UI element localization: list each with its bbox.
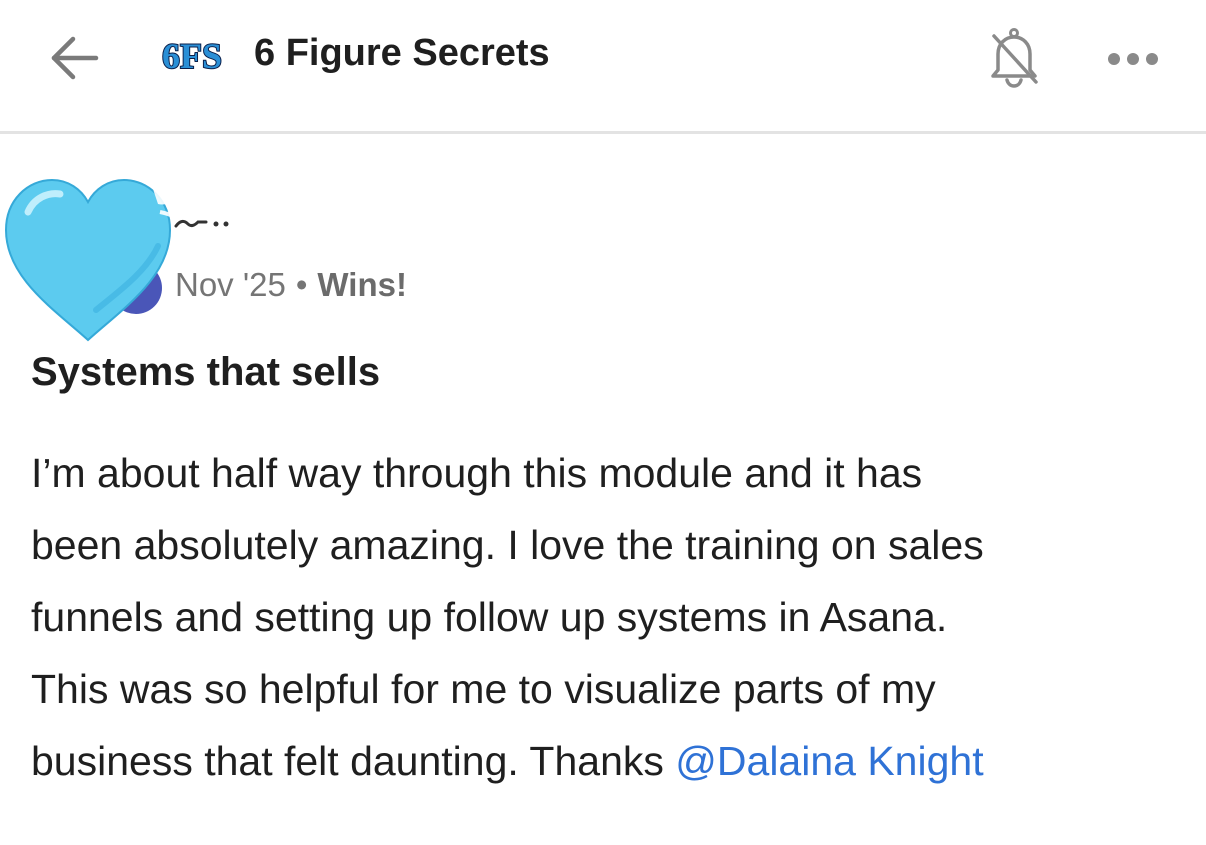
top-bar: 6FS 6 Figure Secrets	[0, 0, 1206, 134]
back-button[interactable]	[44, 30, 104, 86]
body-line: This was so helpful for me to visualize …	[31, 666, 936, 712]
body-line: I’m about half way through this module a…	[31, 450, 923, 496]
notifications-button[interactable]	[986, 26, 1042, 88]
mention-link[interactable]: @Dalaina Knight	[675, 738, 983, 784]
body-line: funnels and setting up follow up systems…	[31, 594, 948, 640]
post-title: Systems that sells	[31, 350, 381, 394]
body-line-text: business that felt daunting. Thanks	[31, 738, 676, 784]
author-name-redacted[interactable]	[172, 214, 236, 234]
svg-text:6FS: 6FS	[162, 36, 222, 74]
group-name[interactable]: 6 Figure Secrets	[254, 32, 550, 75]
arrow-left-icon	[51, 36, 99, 80]
bell-off-icon	[991, 28, 1038, 88]
group-logo: 6FS	[161, 35, 223, 74]
more-options-button[interactable]	[1104, 48, 1162, 70]
post-date: Nov '25	[175, 266, 286, 303]
meta-separator: •	[295, 266, 308, 303]
post-body: I’m about half way through this module a…	[31, 437, 1181, 797]
author-avatar[interactable]	[0, 160, 190, 350]
body-line: been absolutely amazing. I love the trai…	[31, 522, 984, 568]
body-line-last: business that felt daunting. Thanks @Dal…	[31, 725, 1181, 797]
blue-heart-icon	[4, 178, 172, 342]
more-horizontal-icon	[1108, 53, 1158, 65]
post-category[interactable]: Wins!	[317, 266, 407, 303]
post-meta: Nov '25 • Wins!	[175, 266, 407, 304]
